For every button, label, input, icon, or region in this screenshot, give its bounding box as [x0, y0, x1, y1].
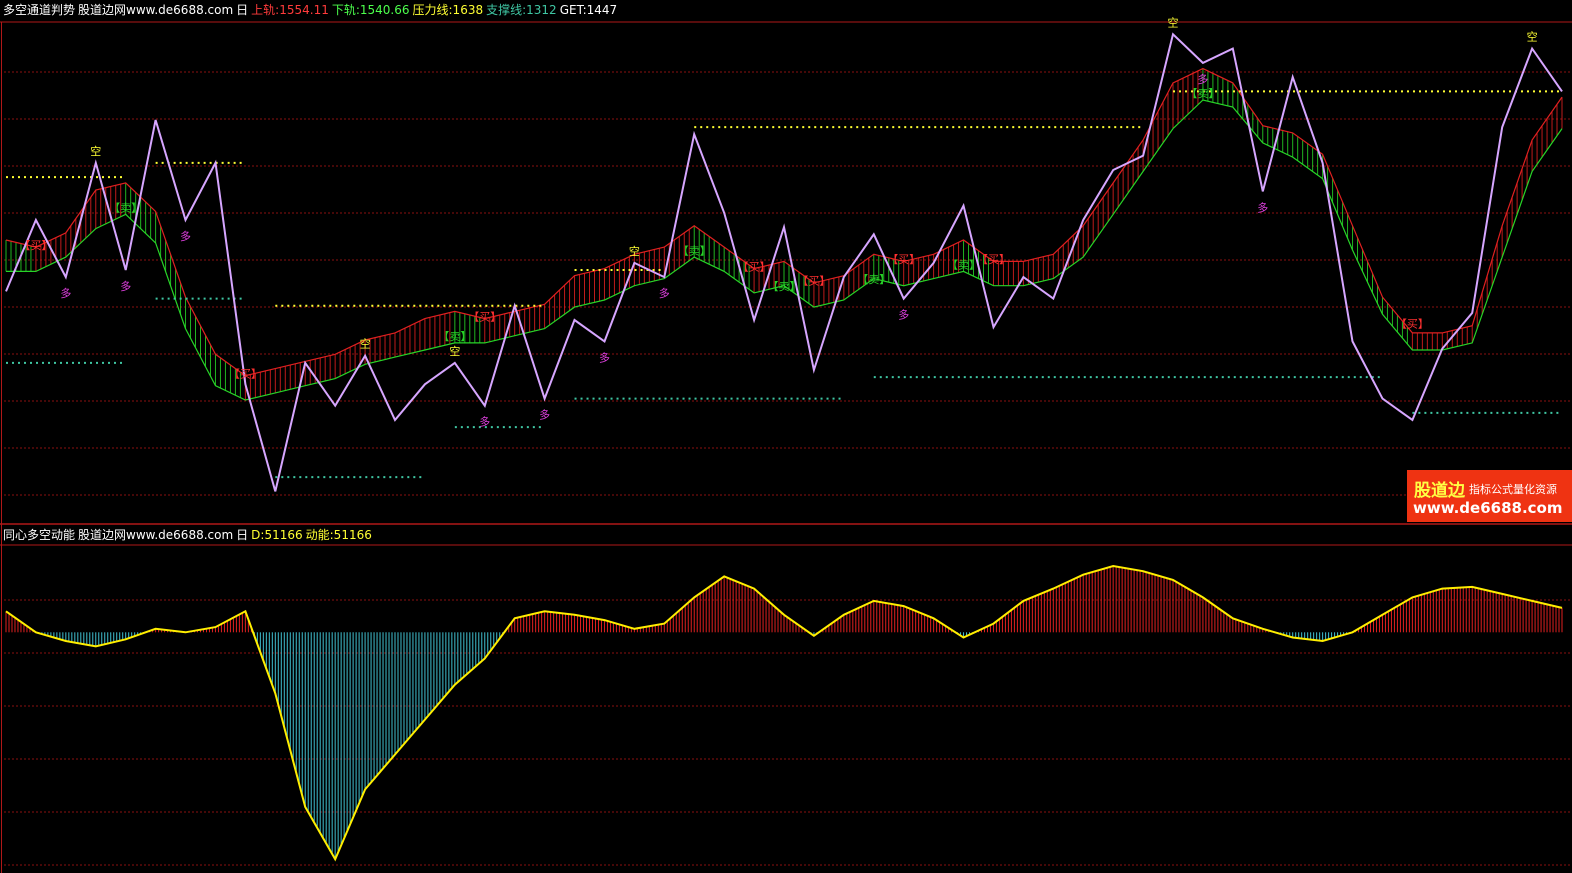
buy-signal-label: 多 — [120, 279, 131, 293]
lower-rail-line — [6, 99, 1563, 401]
period-label: 日 — [236, 528, 249, 542]
indicator-name: 同心多空动能 — [3, 528, 76, 542]
buy-box-label: 【买】 — [797, 275, 830, 288]
indicator-source: 股道边网www.de6688.com — [78, 528, 234, 542]
buy-signal-label: 多 — [599, 350, 610, 364]
watermark-badge: 股道边 指标公式量化资源 www.de6688.com — [1407, 470, 1572, 522]
buy-signal-label: 多 — [898, 308, 909, 322]
sell-signal-label: 空 — [449, 344, 460, 358]
sell-signal-label: 空 — [90, 144, 101, 158]
momentum-line — [5, 564, 1563, 862]
buy-signal-label: 多 — [180, 229, 191, 243]
buy-signal-label: 多 — [1257, 200, 1268, 214]
buy-box-label: 【买】 — [977, 253, 1010, 266]
lower-rail-value: 下轨:1540.66 — [331, 3, 410, 17]
period-label: 日 — [236, 3, 249, 17]
sell-box-label: 【卖】 — [768, 280, 801, 293]
buy-signal-label: 多 — [1197, 72, 1208, 86]
buy-signal-label: 多 — [539, 408, 550, 422]
chart-window: 【买】多空多【卖】多【买】空空【卖】多【买】多多空多【卖】 【买】 【卖】 【买】 【卖… — [0, 0, 1572, 873]
upper-rail-value: 上轨:1554.11 — [251, 3, 329, 17]
sell-signal-label: 空 — [1168, 15, 1179, 29]
sell-box-label: 【卖】 — [678, 244, 711, 257]
buy-box-label: 【买】 — [887, 253, 920, 266]
sell-box-label: 【卖】 — [109, 201, 142, 214]
sell-box-label: 【卖】 — [857, 273, 890, 286]
buy-signal-label: 多 — [479, 415, 490, 429]
buy-box-label: 【买】 — [229, 367, 262, 380]
watermark-brand: 股道边 — [1414, 481, 1465, 501]
buy-signal-label: 多 — [60, 286, 71, 300]
momentum-value: 动能:51166 — [305, 528, 372, 542]
top-panel-header: 多空通道判势 股道边网www.de6688.com 日上轨:1554.11 下轨:15… — [3, 3, 620, 17]
sell-signal-label: 空 — [629, 244, 640, 258]
buy-signal-label: 多 — [659, 286, 670, 300]
sell-box-label: 【卖】 — [1186, 87, 1219, 100]
buy-box-label: 【买】 — [468, 310, 501, 323]
buy-box-label: 【买】 — [19, 239, 52, 252]
buy-box-label: 【买】 — [1396, 317, 1429, 330]
upper-rail-line — [5, 67, 1563, 377]
d-value: D:51166 — [251, 528, 303, 542]
bottom-panel-header: 同心多空动能 股道边网www.de6688.com 日 D:51166 动能:51166 — [3, 528, 375, 542]
get-value: GET:1447 — [559, 3, 618, 17]
watermark-url: www.de6688.com — [1413, 499, 1563, 517]
sell-signal-label: 空 — [360, 337, 371, 351]
chart-canvas[interactable]: 【买】多空多【卖】多【买】空空【卖】多【买】多多空多【卖】【买】【卖】【买】 【卖… — [0, 0, 1572, 873]
support-value: 支撑线:1312 — [486, 3, 557, 17]
indicator-name: 多空通道判势 — [3, 3, 76, 17]
sell-signal-label: 空 — [1527, 30, 1538, 44]
indicator-source: 股道边网www.de6688.com — [78, 3, 234, 17]
pressure-value: 压力线:1638 — [412, 3, 484, 17]
sell-box-label: 【卖】 — [947, 259, 980, 272]
sell-box-label: 【卖】 — [438, 330, 471, 343]
buy-box-label: 【买】 — [738, 260, 771, 273]
watermark-tagline: 指标公式量化资源 — [1469, 483, 1557, 496]
